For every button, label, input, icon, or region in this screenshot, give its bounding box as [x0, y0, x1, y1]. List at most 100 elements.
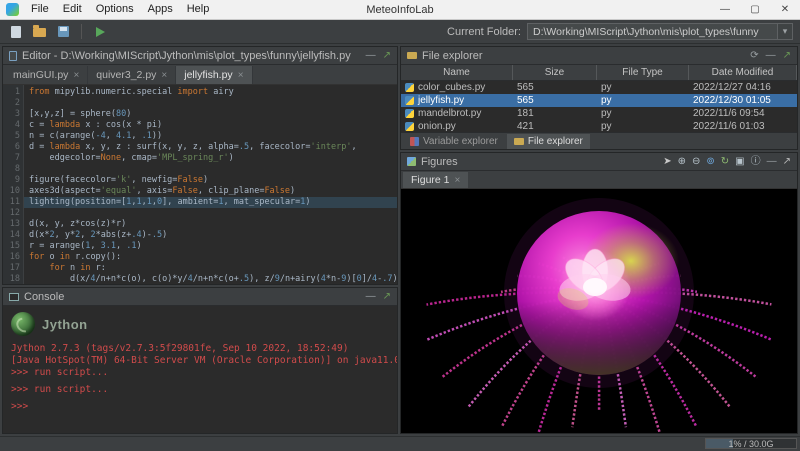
line-number: 4 [3, 120, 20, 131]
console-float-icon[interactable]: ↗ [383, 291, 391, 302]
code-line[interactable] [24, 208, 397, 219]
file-row-jellyfish.py[interactable]: jellyfish.py565py2022/12/30 01:05 [401, 94, 797, 107]
jython-logo-icon [11, 312, 35, 336]
menu-apps[interactable]: Apps [141, 0, 180, 19]
file-size-cell: 565 [513, 82, 597, 93]
refresh-icon[interactable]: ⟳ [750, 50, 758, 61]
code-line[interactable]: d = lambda x, y, z : surf(x, y, z, alpha… [24, 142, 397, 153]
console-panel-header: Console — ↗ [3, 288, 397, 306]
editor-tab-jellyfish.py[interactable]: jellyfish.py × [176, 66, 252, 84]
tab-close-icon[interactable]: × [73, 70, 79, 81]
console-line: >>> run script... [11, 384, 389, 396]
file-explorer-panel: File explorer ⟳ — ↗ NameSizeFile TypeDat… [400, 46, 798, 150]
tab-file-explorer[interactable]: File explorer [507, 134, 590, 149]
menu-options[interactable]: Options [89, 0, 141, 19]
column-header-date-modified[interactable]: Date Modified [689, 65, 797, 80]
code-line[interactable]: figure(facecolor='k', newfig=False) [24, 175, 397, 186]
python-file-icon [405, 109, 414, 118]
code-area[interactable]: from mipylib.numeric.special import airy… [24, 85, 397, 284]
code-line[interactable]: for o in r.copy(): [24, 252, 397, 263]
figure-tab-close-icon[interactable]: × [455, 175, 461, 186]
minimize-button[interactable]: — [710, 0, 740, 19]
open-folder-icon [33, 28, 46, 37]
info-icon[interactable]: ⓘ [751, 153, 761, 171]
line-number: 13 [3, 219, 20, 230]
menu-file[interactable]: File [24, 0, 56, 19]
editor-tab-quiver3_2.py[interactable]: quiver3_2.py× [88, 66, 176, 84]
code-line[interactable]: lighting(position=[1,1,1,0], ambient=1, … [24, 197, 397, 208]
line-number-gutter: 123456789101112131415161718 [3, 85, 24, 284]
pointer-icon[interactable]: ➤ [663, 153, 671, 171]
editor-float-icon[interactable]: ↗ [383, 50, 391, 61]
main-toolbar: Current Folder: D:\Working\MIScript\Jyth… [0, 20, 800, 44]
line-number: 11 [3, 197, 20, 208]
column-header-name[interactable]: Name [401, 65, 513, 80]
file-explorer-tab-icon [514, 138, 524, 145]
code-editor[interactable]: 123456789101112131415161718 from mipylib… [3, 85, 397, 284]
tab-label: jellyfish.py [184, 69, 232, 81]
code-line[interactable] [24, 164, 397, 175]
figure-canvas[interactable] [401, 189, 797, 433]
close-button[interactable]: ✕ [770, 0, 800, 19]
figures-minimize-icon[interactable]: — [767, 153, 777, 171]
code-line[interactable] [24, 98, 397, 109]
figures-title: Figures [421, 156, 458, 168]
editor-panel-header: Editor - D:\Working\MIScript\Jython\mis\… [3, 47, 397, 65]
file-type-cell: py [597, 82, 689, 93]
file-row-color_cubes.py[interactable]: color_cubes.py565py2022/12/27 04:16 [401, 81, 797, 94]
tab-close-icon[interactable]: × [161, 70, 167, 81]
code-line[interactable]: d(x, y, z*cos(z)*r) [24, 219, 397, 230]
memory-indicator[interactable]: 1% / 30.0G [705, 438, 797, 449]
console-line: Jython 2.7.3 (tags/v2.7.3:5f29801fe, Sep… [11, 343, 389, 355]
open-file-button[interactable] [29, 22, 50, 42]
file-type-cell: py [597, 121, 689, 132]
zoom-in-icon[interactable]: ⊕ [678, 153, 686, 171]
line-number: 16 [3, 252, 20, 263]
code-line[interactable]: d(x*2, y*2, 2*abs(z+.4)-.5) [24, 230, 397, 241]
run-button[interactable] [89, 22, 110, 42]
current-folder-combobox[interactable]: D:\Working\MIScript\Jython\mis\plot_type… [527, 23, 793, 40]
file-row-mandelbrot.py[interactable]: mandelbrot.py181py2022/11/6 09:54 [401, 107, 797, 120]
column-header-size[interactable]: Size [513, 65, 597, 80]
code-line[interactable]: c = lambda x : cos(x * pi) [24, 120, 397, 131]
code-line[interactable]: d(x/4/n+n*c(o), c(o)*y/4/n+n*c(o+.5), z/… [24, 274, 397, 284]
file-name: color_cubes.py [418, 82, 485, 93]
code-line[interactable]: for n in r: [24, 263, 397, 274]
code-line[interactable]: from mipylib.numeric.special import airy [24, 87, 397, 98]
tab-close-icon[interactable]: × [238, 70, 244, 81]
file-size-cell: 565 [513, 95, 597, 106]
python-file-icon [405, 96, 414, 105]
line-number: 9 [3, 175, 20, 186]
new-file-button[interactable] [5, 22, 26, 42]
column-header-file-type[interactable]: File Type [597, 65, 689, 80]
menu-edit[interactable]: Edit [56, 0, 89, 19]
code-line[interactable]: r = arange(1, 3.1, .1) [24, 241, 397, 252]
console-title: Console [24, 291, 64, 303]
globe-icon[interactable]: ⊚ [706, 153, 714, 171]
tab-variable-explorer[interactable]: Variable explorer [403, 134, 505, 149]
save-button[interactable] [53, 22, 74, 42]
dropdown-arrow-icon[interactable]: ▾ [777, 24, 792, 39]
file-explorer-minimize-icon[interactable]: — [766, 50, 776, 61]
maximize-button[interactable]: ▢ [740, 0, 770, 19]
toolbar-separator [81, 24, 82, 39]
full-extent-icon[interactable]: ▣ [735, 153, 744, 171]
file-row-onion.py[interactable]: onion.py421py2022/11/6 01:03 [401, 120, 797, 132]
code-line[interactable]: [x,y,z] = sphere(80) [24, 109, 397, 120]
console-output[interactable]: Jython Jython 2.7.3 (tags/v2.7.3:5f29801… [3, 306, 397, 433]
editor-tab-mainGUI.py[interactable]: mainGUI.py× [5, 66, 88, 84]
code-line[interactable]: edgecolor=None, cmap='MPL_spring_r') [24, 153, 397, 164]
menu-help[interactable]: Help [180, 0, 217, 19]
file-explorer-float-icon[interactable]: ↗ [783, 50, 791, 61]
figures-header: Figures ➤ ⊕ ⊖ ⊚ ↻ ▣ ⓘ — ↗ [401, 153, 797, 171]
figures-float-icon[interactable]: ↗ [783, 153, 791, 171]
code-line[interactable]: n = c(arange(-4, 4.1, .1)) [24, 131, 397, 142]
console-minimize-icon[interactable]: — [366, 291, 376, 302]
file-type-cell: py [597, 108, 689, 119]
editor-panel: Editor - D:\Working\MIScript\Jython\mis\… [2, 46, 398, 285]
figure-tab[interactable]: Figure 1 × [403, 172, 468, 188]
zoom-out-icon[interactable]: ⊖ [692, 153, 700, 171]
code-line[interactable]: axes3d(aspect='equal', axis=False, clip_… [24, 186, 397, 197]
editor-minimize-icon[interactable]: — [366, 50, 376, 61]
rotate-icon[interactable]: ↻ [721, 153, 729, 171]
